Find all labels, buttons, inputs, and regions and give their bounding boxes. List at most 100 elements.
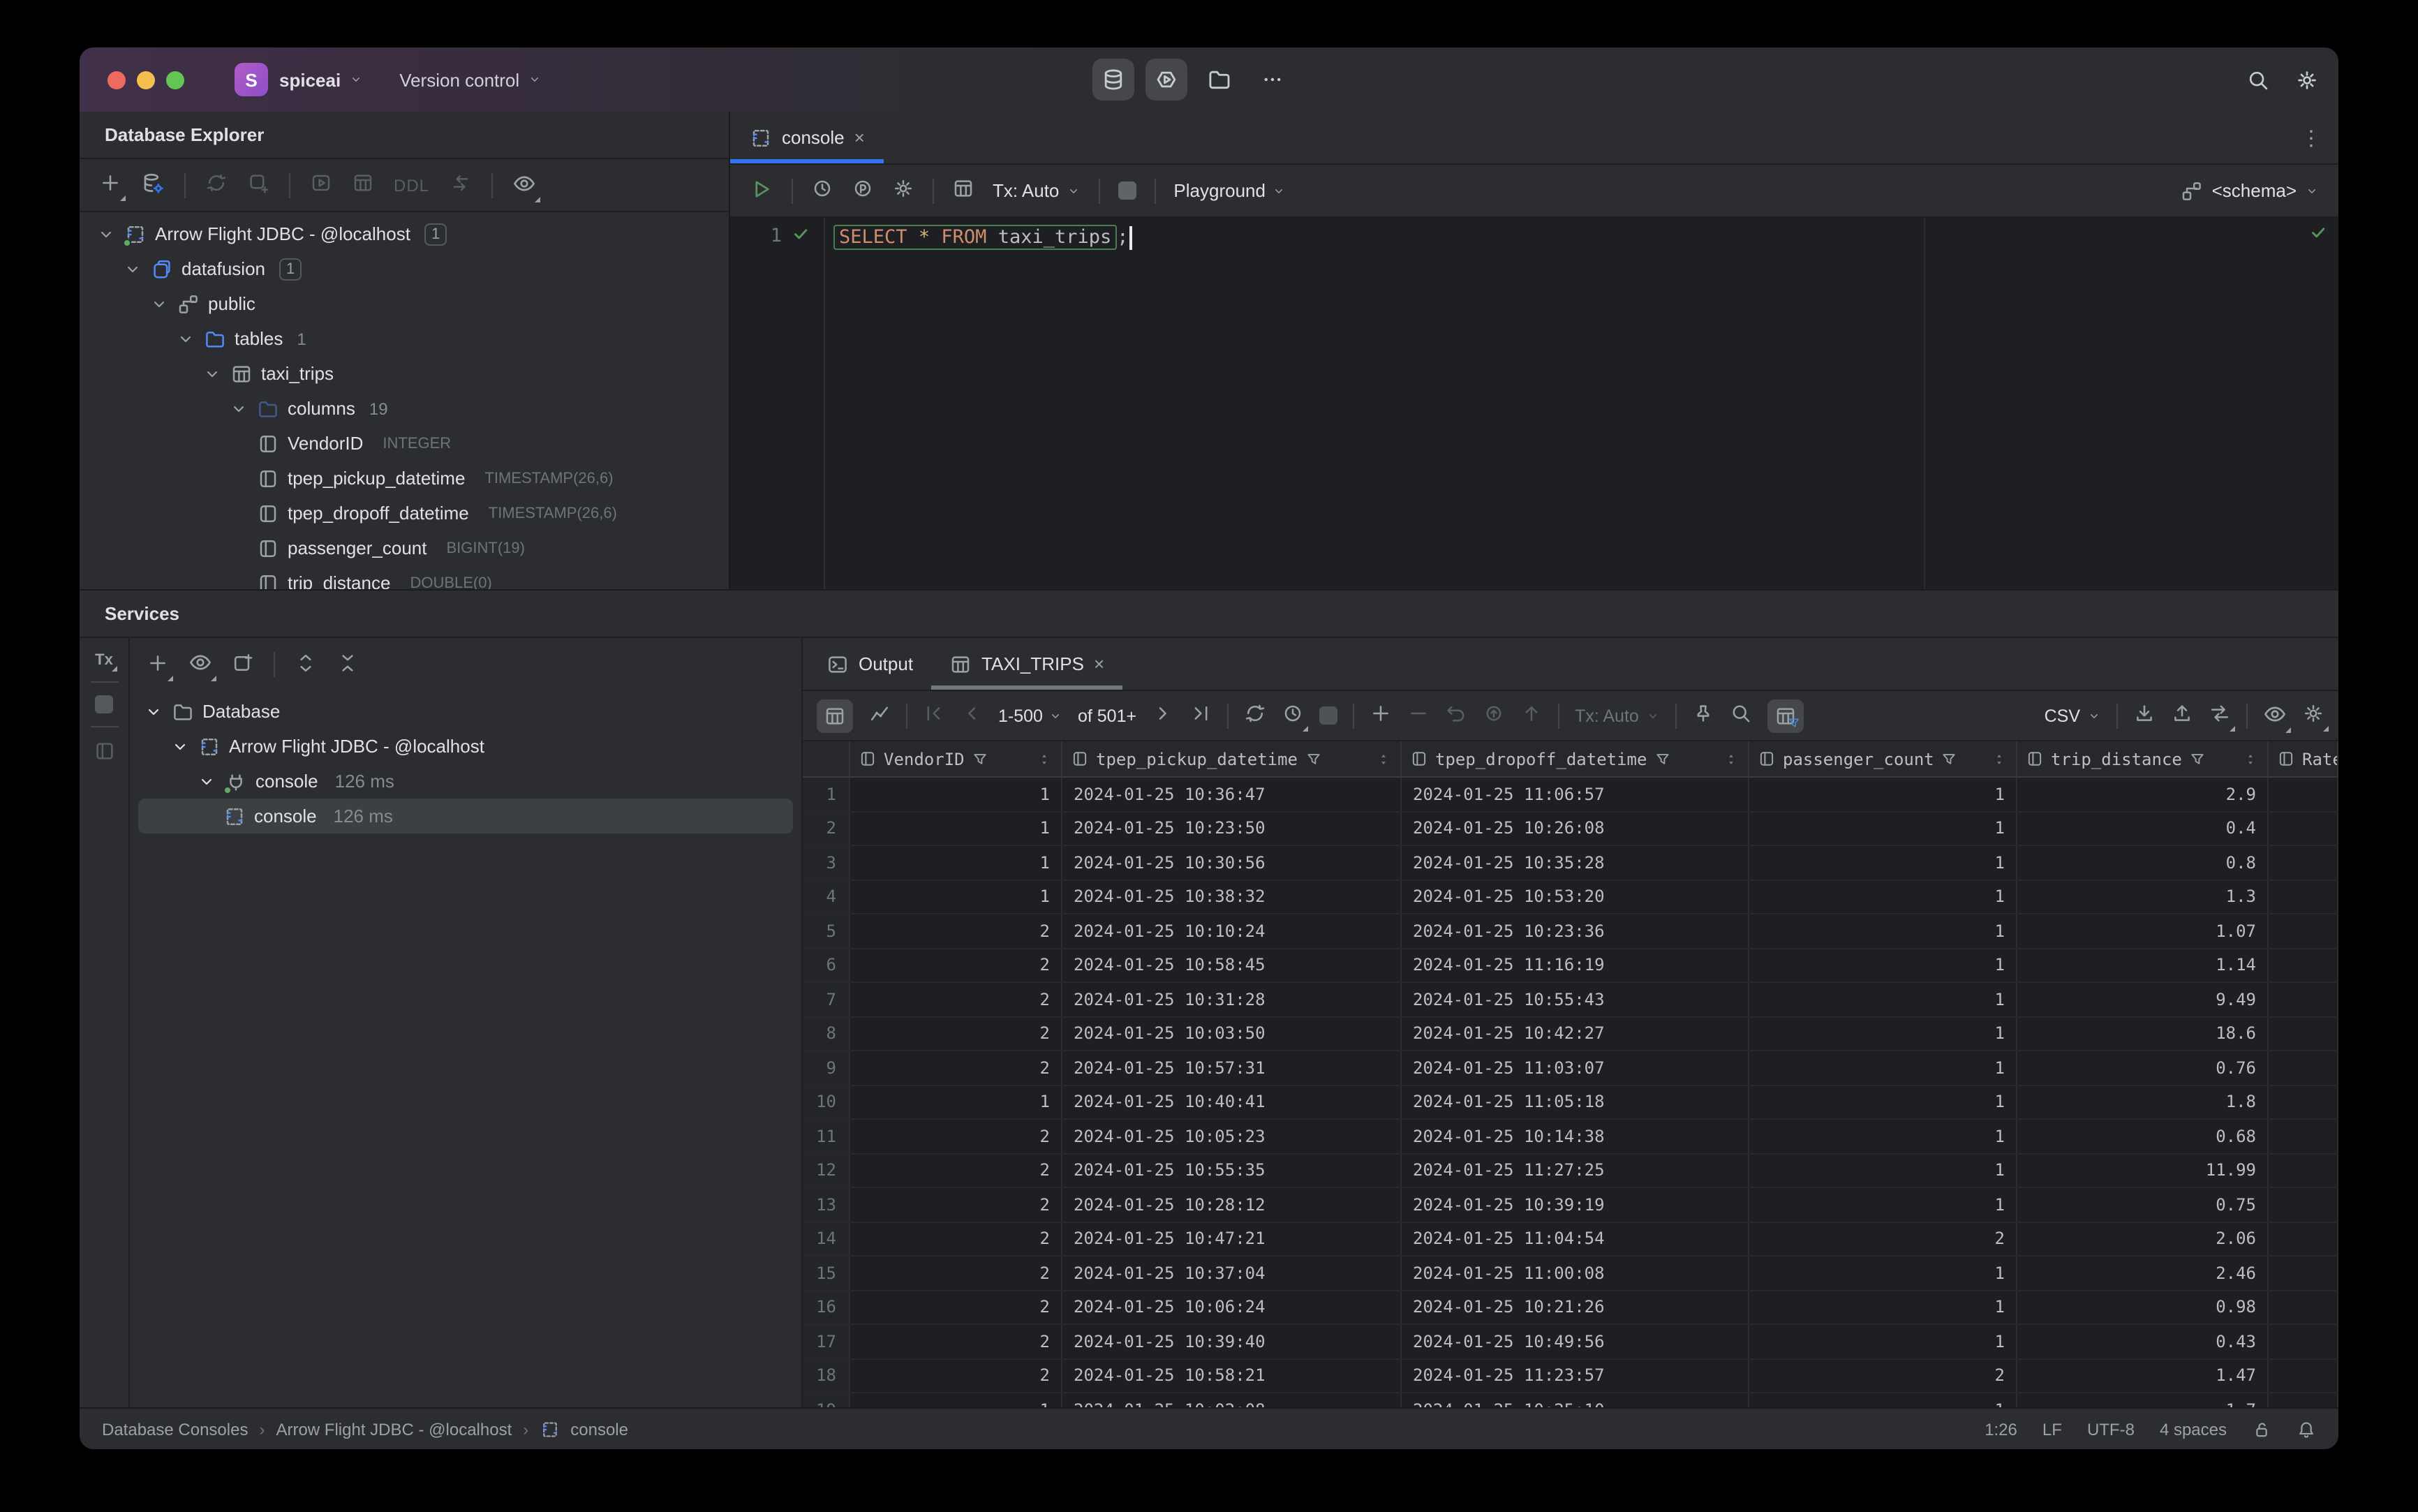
open-query-console-button[interactable] [310, 172, 332, 198]
layout-icon[interactable] [93, 740, 115, 762]
tab-taxi-trips[interactable]: TAXI_TRIPS × [931, 638, 1123, 690]
table-view-button[interactable] [817, 699, 853, 732]
chevron-down-icon[interactable] [123, 259, 142, 279]
cell-vendor-id[interactable]: 2 [850, 1222, 1062, 1255]
table-row[interactable]: 9 2 2024-01-25 10:57:31 2024-01-25 11:03… [803, 1051, 2338, 1085]
cell-dropoff-datetime[interactable]: 2024-01-25 11:23:57 [1402, 1359, 1749, 1392]
cell-pickup-datetime[interactable]: 2024-01-25 10:37:04 [1062, 1257, 1402, 1289]
row-number[interactable]: 10 [803, 1085, 850, 1118]
cell-trip-distance[interactable]: 11.99 [2017, 1154, 2269, 1187]
line-separator[interactable]: LF [2042, 1419, 2062, 1439]
cell-ratecode[interactable] [2269, 1325, 2338, 1358]
more-actions-button[interactable] [1252, 59, 1293, 101]
cell-trip-distance[interactable]: 0.43 [2017, 1325, 2269, 1358]
corner-cell[interactable] [803, 741, 850, 776]
filter-funnel-icon[interactable] [1305, 750, 1321, 767]
submit-button[interactable] [1520, 702, 1543, 729]
cell-passenger-count[interactable]: 1 [1749, 846, 2017, 879]
sort-arrows-icon[interactable] [1723, 750, 1740, 767]
service-item-console-selected[interactable]: console 126 ms [138, 799, 793, 833]
stop-button[interactable] [1118, 181, 1136, 200]
row-number[interactable]: 3 [803, 846, 850, 879]
add-service-button[interactable] [147, 651, 173, 681]
cell-vendor-id[interactable]: 2 [850, 1359, 1062, 1392]
cell-pickup-datetime[interactable]: 2024-01-25 10:57:31 [1062, 1051, 1402, 1084]
row-number[interactable]: 8 [803, 1017, 850, 1050]
column-header[interactable]: VendorID [850, 741, 1062, 776]
table-row[interactable]: 17 2 2024-01-25 10:39:40 2024-01-25 10:4… [803, 1325, 2338, 1359]
cell-passenger-count[interactable]: 1 [1749, 1120, 2017, 1152]
bell-icon[interactable] [2297, 1419, 2316, 1439]
close-tab-icon[interactable]: × [854, 127, 865, 148]
cell-pickup-datetime[interactable]: 2024-01-25 10:38:32 [1062, 880, 1402, 913]
cell-dropoff-datetime[interactable]: 2024-01-25 11:03:07 [1402, 1051, 1749, 1084]
run-configuration-button[interactable] [1145, 59, 1187, 101]
sort-arrows-icon[interactable] [1036, 750, 1053, 767]
compare-button[interactable] [2209, 702, 2235, 732]
add-data-source-button[interactable] [99, 172, 126, 201]
cell-trip-distance[interactable]: 1.14 [2017, 949, 2269, 981]
refresh-button[interactable] [205, 172, 228, 198]
cell-ratecode[interactable] [2269, 983, 2338, 1016]
first-page-button[interactable] [923, 702, 945, 729]
search-icon[interactable] [2246, 68, 2270, 91]
row-number[interactable]: 18 [803, 1359, 850, 1392]
cell-passenger-count[interactable]: 1 [1749, 1051, 2017, 1084]
tab-console[interactable]: console × [730, 112, 885, 163]
cell-trip-distance[interactable]: 2.46 [2017, 1257, 2269, 1289]
ddl-button[interactable]: DDL [394, 175, 429, 195]
tree-item-table[interactable]: taxi_trips [80, 356, 729, 391]
cell-vendor-id[interactable]: 2 [850, 1257, 1062, 1289]
cell-pickup-datetime[interactable]: 2024-01-25 10:55:35 [1062, 1154, 1402, 1187]
view-options-button[interactable] [188, 651, 216, 681]
row-number[interactable]: 15 [803, 1257, 850, 1289]
tx-mode-select[interactable]: Tx: Auto [1575, 706, 1660, 725]
cell-vendor-id[interactable]: 1 [850, 880, 1062, 913]
cell-dropoff-datetime[interactable]: 2024-01-25 10:14:38 [1402, 1120, 1749, 1152]
column-header[interactable]: trip_distance [2017, 741, 2269, 776]
cell-dropoff-datetime[interactable]: 2024-01-25 11:06:57 [1402, 778, 1749, 810]
cell-pickup-datetime[interactable]: 2024-01-25 10:02:08 [1062, 1393, 1402, 1407]
cell-trip-distance[interactable]: 1.47 [2017, 1359, 2269, 1392]
cell-passenger-count[interactable]: 1 [1749, 812, 2017, 845]
parameters-button[interactable] [852, 177, 874, 204]
row-number[interactable]: 19 [803, 1393, 850, 1407]
zoom-window-button[interactable] [166, 71, 184, 89]
tx-mode-select[interactable]: Tx: Auto [993, 180, 1080, 201]
cell-vendor-id[interactable]: 2 [850, 1325, 1062, 1358]
vcs-menu[interactable]: Version control [399, 69, 542, 90]
add-row-button[interactable] [1370, 702, 1392, 729]
cell-trip-distance[interactable]: 0.68 [2017, 1120, 2269, 1152]
cell-trip-distance[interactable]: 2.9 [2017, 778, 2269, 810]
close-window-button[interactable] [107, 71, 126, 89]
history-button[interactable] [811, 177, 833, 204]
cell-trip-distance[interactable]: 0.4 [2017, 812, 2269, 845]
cell-pickup-datetime[interactable]: 2024-01-25 10:06:24 [1062, 1291, 1402, 1324]
cell-passenger-count[interactable]: 1 [1749, 1188, 2017, 1221]
cell-trip-distance[interactable]: 0.8 [2017, 846, 2269, 879]
auto-refresh-button[interactable] [1282, 702, 1309, 732]
cell-vendor-id[interactable]: 2 [850, 1291, 1062, 1324]
cell-ratecode[interactable] [2269, 1017, 2338, 1050]
cell-dropoff-datetime[interactable]: 2024-01-25 10:23:36 [1402, 914, 1749, 947]
cell-pickup-datetime[interactable]: 2024-01-25 10:40:41 [1062, 1085, 1402, 1118]
cell-trip-distance[interactable]: 1.3 [2017, 880, 2269, 913]
cell-trip-distance[interactable]: 2.06 [2017, 1222, 2269, 1255]
in-editor-results-button[interactable] [952, 177, 974, 204]
cell-vendor-id[interactable]: 1 [850, 1085, 1062, 1118]
table-row[interactable]: 6 2 2024-01-25 10:58:45 2024-01-25 11:16… [803, 949, 2338, 983]
console-settings-button[interactable] [892, 177, 914, 204]
cell-vendor-id[interactable]: 2 [850, 949, 1062, 981]
column-header[interactable]: passenger_count [1749, 741, 2017, 776]
disconnect-button[interactable] [247, 172, 269, 198]
cell-passenger-count[interactable]: 1 [1749, 1291, 2017, 1324]
column-header[interactable]: tpep_pickup_datetime [1062, 741, 1402, 776]
chevron-down-icon[interactable] [229, 399, 249, 418]
tree-item-database[interactable]: datafusion 1 [80, 251, 729, 286]
cell-trip-distance[interactable]: 18.6 [2017, 1017, 2269, 1050]
cell-dropoff-datetime[interactable]: 2024-01-25 10:53:20 [1402, 880, 1749, 913]
table-row[interactable]: 5 2 2024-01-25 10:10:24 2024-01-25 10:23… [803, 914, 2338, 949]
project-menu[interactable]: spiceai [279, 69, 363, 90]
row-number[interactable]: 16 [803, 1291, 850, 1324]
table-row[interactable]: 10 1 2024-01-25 10:40:41 2024-01-25 11:0… [803, 1085, 2338, 1120]
